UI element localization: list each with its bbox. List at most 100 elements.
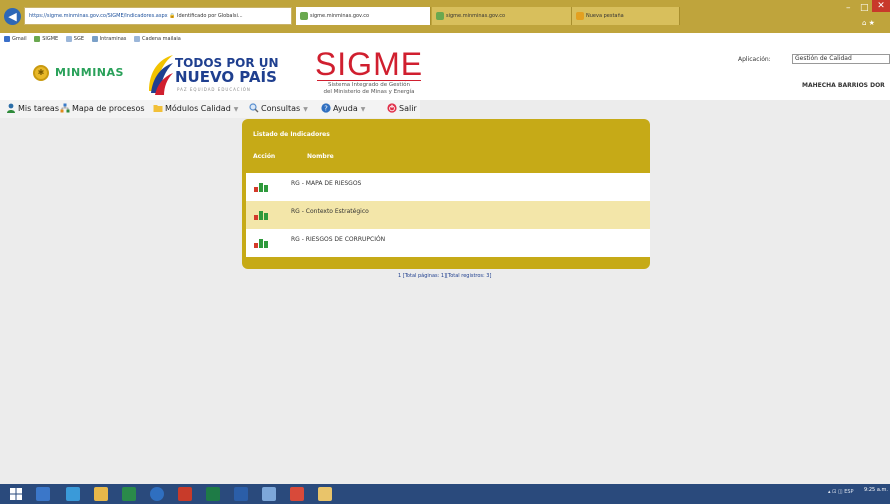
menu-label: Ayuda	[333, 104, 358, 113]
windows-start-icon[interactable]	[9, 487, 23, 501]
page-icon	[34, 35, 41, 42]
browser-tab-2[interactable]: sigme.minminas.gov.co	[432, 7, 572, 25]
app-icon[interactable]	[290, 487, 304, 501]
svg-text:?: ?	[324, 104, 328, 112]
tab-favicon-icon	[576, 12, 584, 20]
browser-titlebar: ◀ https://sigme.minminas.gov.co/SIGME/In…	[0, 0, 890, 33]
sigme-logo: SIGME Sistema Integrado de Gestión del M…	[313, 48, 425, 98]
column-header-nombre: Nombre	[307, 153, 334, 160]
tpnp-line-2: NUEVO PAÍS	[175, 68, 277, 86]
menu-mapa-procesos[interactable]: Mapa de procesos	[60, 100, 145, 118]
power-icon	[387, 102, 397, 113]
site-identity[interactable]: Identificado por Globalsi...	[177, 13, 243, 19]
favorites-bar: Gmail SIGME SGE Intraminas Cadena mailai…	[0, 33, 890, 45]
back-button[interactable]: ◀	[4, 8, 21, 25]
favorite-label: SGE	[73, 36, 84, 42]
favorite-label: Intraminas	[99, 36, 127, 42]
menu-label: Salir	[399, 104, 417, 113]
todos-por-un-nuevo-pais-logo: TODOS POR UN NUEVO PAÍS PAZ EQUIDAD EDUC…	[143, 51, 279, 97]
favorite-label: SIGME	[42, 36, 59, 42]
address-bar[interactable]: https://sigme.minminas.gov.co/SIGME/Indi…	[24, 7, 292, 25]
chevron-down-icon: ▼	[303, 106, 308, 113]
close-button[interactable]: ✕	[872, 0, 890, 12]
user-name: MAHECHA BARRIOS DOR	[802, 82, 885, 89]
store-icon[interactable]	[122, 487, 136, 501]
bar-chart-icon[interactable]	[254, 209, 268, 220]
main-menu: Mis tareas Mapa de procesos Módulos Cali…	[0, 100, 420, 118]
favorite-sge[interactable]: SGE	[65, 35, 84, 42]
application-select[interactable]: Gestión de Calidad	[792, 54, 890, 64]
menu-mis-tareas[interactable]: Mis tareas	[6, 100, 59, 118]
sigme-subtitle-2: del Ministerio de Minas y Energía	[323, 89, 415, 95]
tab-label: Nueva pestaña	[586, 13, 624, 19]
tab-favicon-icon	[436, 12, 444, 20]
favorite-gmail[interactable]: Gmail	[4, 35, 27, 42]
folder-icon	[153, 104, 163, 112]
table-row: RG - RIESGOS DE CORRUPCIÓN	[246, 229, 650, 257]
chrome-icon[interactable]	[150, 487, 164, 501]
powerpoint-icon[interactable]	[178, 487, 192, 501]
menu-label: Mis tareas	[18, 104, 59, 113]
excel-icon[interactable]	[206, 487, 220, 501]
favorite-label: Cadena mailaia	[142, 36, 181, 42]
tpnp-line-3: PAZ EQUIDAD EDUCACIÓN	[177, 87, 251, 92]
sitemap-icon	[60, 103, 70, 112]
maximize-button[interactable]: □	[860, 3, 869, 13]
chevron-down-icon: ▼	[360, 106, 366, 113]
sigme-title: SIGME	[314, 46, 424, 82]
menu-label: Mapa de procesos	[72, 104, 145, 113]
sigme-subtitle-1: Sistema Integrado de Gestión	[328, 82, 410, 88]
pagination-info[interactable]: 1 [Total páginas: 1][Total registros: 3]	[398, 273, 491, 279]
file-explorer-icon[interactable]	[94, 487, 108, 501]
menu-salir[interactable]: Salir	[387, 100, 417, 118]
photos-icon[interactable]	[318, 487, 332, 501]
browser-tab-1[interactable]: sigme.minminas.gov.co	[296, 7, 431, 25]
menu-label: Consultas	[261, 104, 301, 113]
menu-label: Módulos Calidad	[165, 104, 231, 113]
menu-modulos-calidad[interactable]: Módulos Calidad ▼	[153, 100, 238, 118]
column-header-accion: Acción	[253, 153, 276, 160]
page-icon	[65, 35, 72, 42]
bar-chart-icon[interactable]	[254, 181, 268, 192]
home-star-gear-icons[interactable]: ⌂ ★	[862, 19, 875, 27]
tab-favicon-icon	[300, 12, 308, 20]
indicadores-panel: Listado de Indicadores Acción Nombre RG …	[242, 119, 650, 269]
favorite-intraminas[interactable]: Intraminas	[91, 35, 127, 42]
tab-label: sigme.minminas.gov.co	[310, 13, 370, 19]
app-header: ✱ MINMINAS TODOS POR UN NUEVO PAÍS PAZ E…	[0, 45, 890, 100]
mail-icon	[4, 35, 10, 42]
page-icon	[134, 35, 141, 42]
bar-chart-icon[interactable]	[254, 237, 268, 248]
page-icon	[91, 35, 98, 42]
word-icon[interactable]	[234, 487, 248, 501]
url-text[interactable]: https://sigme.minminas.gov.co/SIGME/Indi…	[29, 13, 168, 19]
windows-taskbar: ▴ ⊡ ◫ ESP 9:25 a.m.	[0, 484, 890, 504]
minminas-logo-text: MINMINAS	[55, 66, 124, 79]
indicator-name: RG - Contexto Estratégico	[291, 208, 369, 215]
user-icon	[7, 103, 15, 113]
panel-title: Listado de Indicadores	[253, 131, 330, 138]
menu-ayuda[interactable]: ? Ayuda ▼	[321, 100, 365, 118]
menu-consultas[interactable]: Consultas ▼	[249, 100, 308, 118]
tab-label: sigme.minminas.gov.co	[446, 13, 506, 19]
clock[interactable]: 9:25 a.m.	[864, 487, 888, 494]
search-taskbar-icon[interactable]	[36, 487, 50, 501]
lock-icon[interactable]: 🔒	[169, 13, 177, 19]
coat-of-arms-icon: ✱	[33, 65, 49, 81]
internet-explorer-icon[interactable]	[66, 487, 80, 501]
system-tray[interactable]: ▴ ⊡ ◫ ESP	[828, 489, 854, 495]
browser-tab-3[interactable]: Nueva pestaña	[572, 7, 680, 25]
magnifier-icon	[249, 102, 259, 112]
table-row: RG - Contexto Estratégico	[246, 201, 650, 229]
indicator-name: RG - RIESGOS DE CORRUPCIÓN	[291, 236, 386, 243]
table-row: RG - MAPA DE RIESGOS	[246, 173, 650, 201]
favorite-sigme[interactable]: SIGME	[34, 35, 59, 42]
flag-swoosh-icon	[149, 55, 173, 95]
minimize-button[interactable]: –	[846, 3, 851, 13]
app-icon[interactable]	[262, 487, 276, 501]
help-icon: ?	[321, 102, 331, 113]
favorite-cadena[interactable]: Cadena mailaia	[134, 35, 181, 42]
indicator-name: RG - MAPA DE RIESGOS	[291, 180, 362, 187]
favorite-label: Gmail	[12, 36, 27, 42]
chevron-down-icon: ▼	[233, 106, 239, 113]
